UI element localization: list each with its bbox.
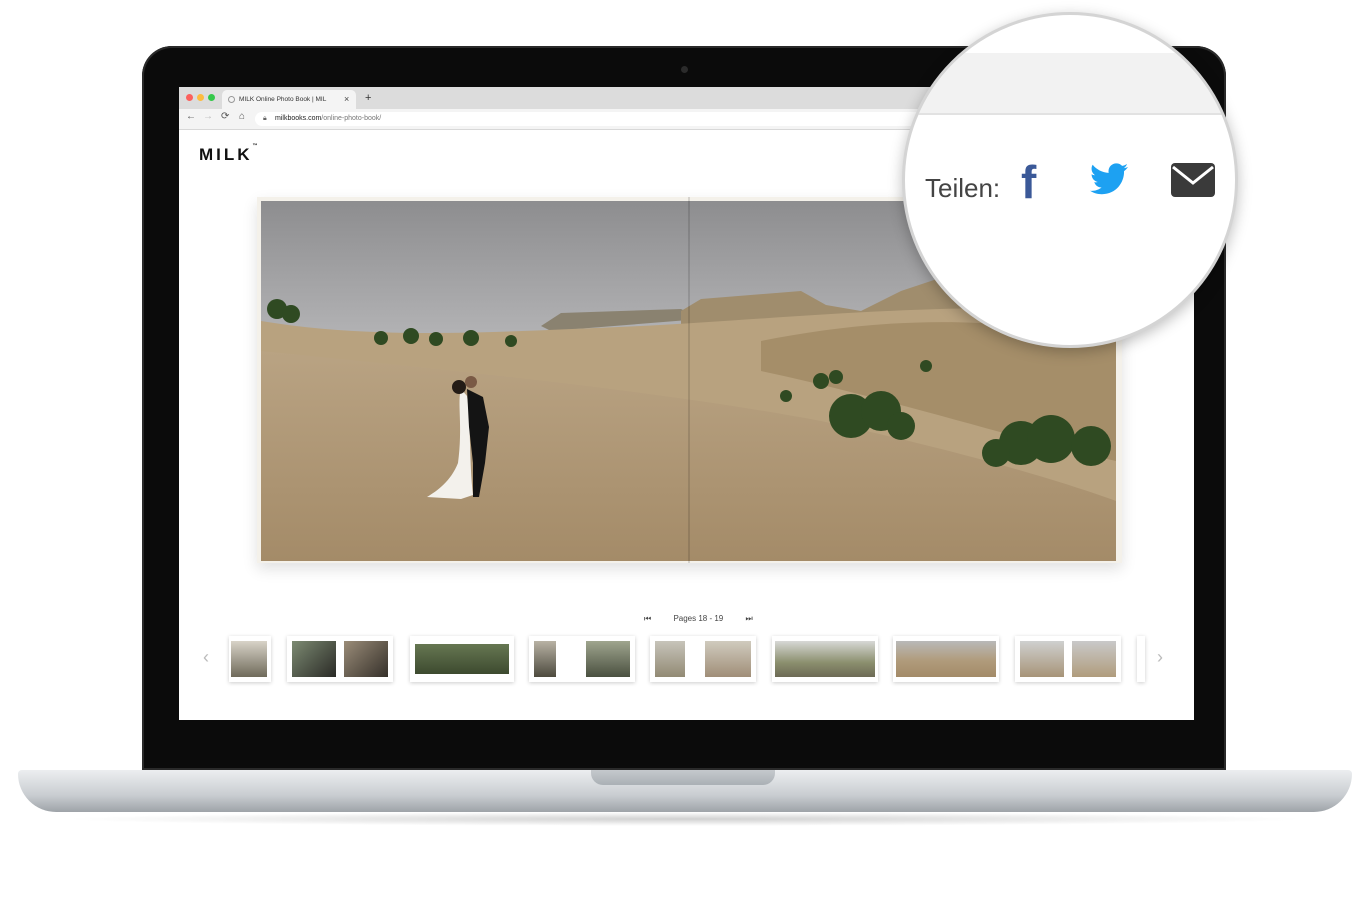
spread-thumbnail[interactable] (410, 636, 514, 682)
facebook-icon[interactable]: f (1021, 155, 1036, 209)
reload-icon[interactable]: ⟳ (221, 111, 229, 122)
mail-icon[interactable] (1171, 163, 1215, 197)
spread-thumbnail[interactable] (287, 636, 393, 682)
book-spine (688, 197, 690, 563)
last-page-icon[interactable]: ⏭ (745, 614, 752, 623)
thumbs-prev-arrow[interactable]: ‹ (203, 647, 209, 668)
share-label: Teilen: (925, 173, 1001, 203)
window-minimize-button[interactable] (197, 94, 204, 101)
back-icon[interactable]: ← (186, 111, 196, 122)
spread-thumbnail[interactable] (229, 636, 271, 682)
new-tab-button[interactable]: + (365, 92, 371, 104)
home-icon[interactable]: ⌂ (239, 111, 245, 122)
magnified-browser-bar (905, 53, 1235, 115)
laptop-notch (591, 770, 775, 785)
page-range-label: Pages 18 - 19 (673, 614, 724, 623)
logo-text: MILK (199, 145, 253, 164)
laptop-shadow (60, 812, 1310, 826)
forward-icon[interactable]: → (203, 111, 213, 122)
logo-trademark: ™ (252, 143, 258, 149)
spread-thumbnail[interactable] (772, 636, 878, 682)
spread-thumbnail[interactable] (529, 636, 635, 682)
window-close-button[interactable] (186, 94, 193, 101)
browser-tab[interactable]: MILK Online Photo Book | MIL × (222, 90, 356, 109)
window-maximize-button[interactable] (208, 94, 215, 101)
page-navigator: ⏮ Pages 18 - 19 ⏭ (634, 614, 763, 624)
url-domain: milkbooks.com (275, 115, 322, 122)
camera-dot (681, 66, 688, 73)
spread-thumbnail[interactable] (1137, 636, 1145, 682)
share-magnifier: Teilen: f (902, 12, 1238, 348)
url-path: /online-photo-book/ (321, 115, 382, 122)
tab-title: MILK Online Photo Book | MIL (239, 96, 327, 103)
milk-logo[interactable]: MILK™ (199, 143, 258, 165)
url-text: milkbooks.com/online-photo-book/ (275, 115, 381, 122)
first-page-icon[interactable]: ⏮ (644, 614, 651, 623)
favicon-icon (228, 96, 235, 103)
thumbs-next-arrow[interactable]: › (1157, 647, 1163, 668)
twitter-icon[interactable] (1090, 163, 1128, 195)
spread-thumbnail[interactable] (893, 636, 999, 682)
spread-thumbnail[interactable] (1015, 636, 1121, 682)
spread-thumbnail[interactable] (650, 636, 756, 682)
tab-close-button[interactable]: × (344, 94, 349, 104)
lock-icon: 🔒︎ (263, 115, 267, 122)
